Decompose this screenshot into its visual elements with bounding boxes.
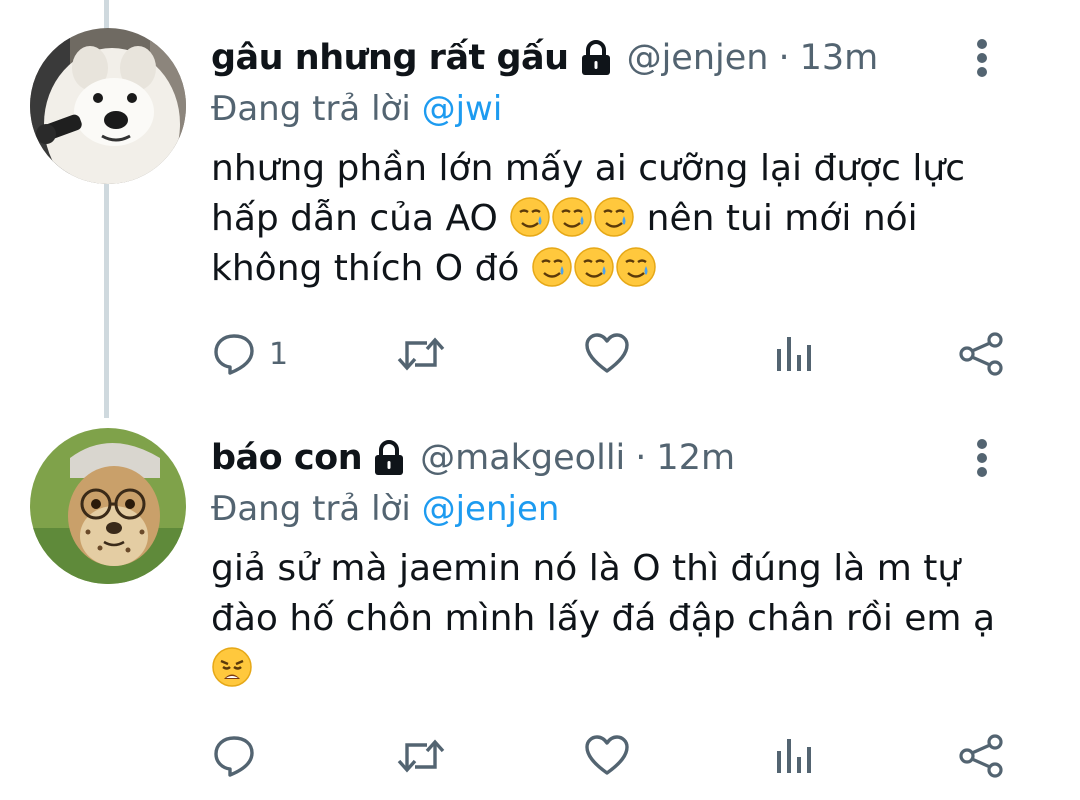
reply-mention-link[interactable]: @jenjen: [422, 489, 560, 529]
smiling-face-with-tear-icon: [594, 197, 634, 237]
tweet-text: nhưng phần lớn mấy ai cưỡng lại được lực…: [211, 144, 1040, 294]
tweet-content: gâu nhưng rất gấu @jenjen · 13m Đang trả…: [211, 32, 1040, 294]
heart-icon: [585, 333, 629, 373]
bar-chart-icon: [777, 739, 811, 773]
smiling-face-with-tear-icon: [574, 247, 614, 287]
retweet-icon: [397, 739, 445, 773]
share-button[interactable]: [957, 326, 1005, 382]
samoyed-dog-avatar: [30, 28, 186, 184]
tweet-feed: gâu nhưng rất gấu @jenjen · 13m Đang trả…: [0, 0, 1080, 800]
share-icon: [959, 332, 1003, 376]
tweet-header: gâu nhưng rất gấu @jenjen · 13m: [211, 32, 1040, 84]
retweet-button[interactable]: [395, 326, 447, 382]
timestamp[interactable]: 13m: [800, 38, 879, 78]
tweet-text: giả sử mà jaemin nó là O thì đúng là m t…: [211, 544, 1040, 694]
replying-to: Đang trả lời @jwi: [211, 84, 1040, 134]
reply-prefix: Đang trả lời: [211, 489, 411, 529]
smiling-face-with-tear-icon: [616, 247, 656, 287]
handle[interactable]: @makgeolli: [420, 438, 625, 478]
heart-icon: [585, 735, 629, 775]
reply-button[interactable]: 1: [211, 326, 288, 382]
comment-icon: [214, 334, 254, 375]
tweet-text-part: giả sử mà jaemin nó là O thì đúng là m t…: [211, 548, 996, 639]
separator-dot: ·: [778, 38, 790, 78]
like-button[interactable]: [583, 326, 631, 382]
like-button[interactable]: [583, 728, 631, 784]
reply-prefix: Đang trả lời: [211, 89, 411, 129]
handle[interactable]: @jenjen: [627, 38, 769, 78]
smiling-face-with-tear-icon: [552, 197, 592, 237]
reply-button[interactable]: [211, 728, 269, 784]
separator-dot: ·: [635, 438, 647, 478]
analytics-button[interactable]: [773, 728, 817, 784]
lock-icon: [581, 40, 610, 75]
avatar[interactable]: [30, 428, 186, 584]
avatar[interactable]: [30, 28, 186, 184]
tweet-item[interactable]: báo con @makgeolli · 12m Đang trả lời @j…: [0, 412, 1080, 800]
bar-chart-icon: [777, 337, 811, 371]
retweet-button[interactable]: [395, 728, 447, 784]
tweet-content: báo con @makgeolli · 12m Đang trả lời @j…: [211, 432, 1040, 694]
more-vertical-icon[interactable]: [976, 438, 988, 478]
retweet-icon: [397, 337, 445, 371]
display-name[interactable]: báo con: [211, 438, 363, 478]
share-button[interactable]: [957, 728, 1005, 784]
reply-count: 1: [269, 336, 289, 372]
more-vertical-icon[interactable]: [976, 38, 988, 78]
weary-face-icon: [212, 647, 252, 687]
analytics-button[interactable]: [773, 326, 817, 382]
smiling-face-with-tear-icon: [510, 197, 550, 237]
display-name[interactable]: gâu nhưng rất gấu: [211, 38, 569, 78]
comment-icon: [214, 736, 254, 777]
replying-to: Đang trả lời @jenjen: [211, 484, 1040, 534]
tweet-header: báo con @makgeolli · 12m: [211, 432, 1040, 484]
lock-icon: [375, 440, 404, 475]
tweet-actions: 1: [211, 326, 1010, 382]
share-icon: [959, 734, 1003, 778]
tweet-actions: [211, 728, 1010, 784]
tweet-item[interactable]: gâu nhưng rất gấu @jenjen · 13m Đang trả…: [0, 0, 1080, 400]
timestamp[interactable]: 12m: [656, 438, 735, 478]
cheetah-cub-avatar: [30, 428, 186, 584]
smiling-face-with-tear-icon: [532, 247, 572, 287]
reply-mention-link[interactable]: @jwi: [422, 89, 503, 129]
